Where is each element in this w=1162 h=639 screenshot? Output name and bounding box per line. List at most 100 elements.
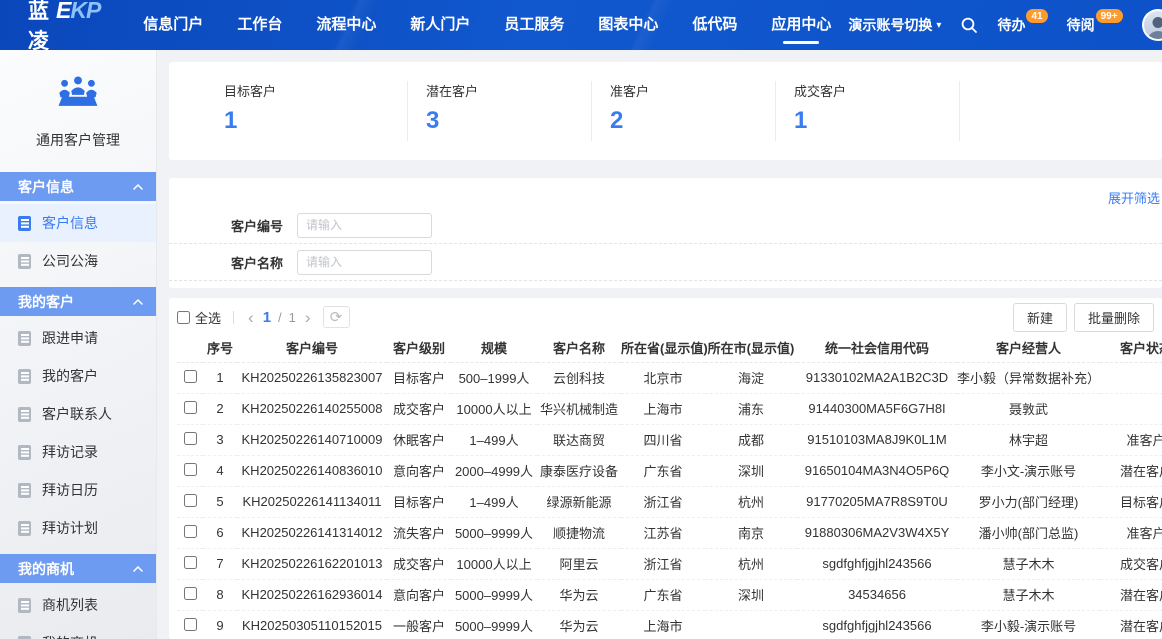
stat-value[interactable]: 2 bbox=[610, 107, 775, 135]
cell-customer-name: 绿源新能源 bbox=[537, 486, 621, 517]
cell-manager: 聂敦武 bbox=[957, 393, 1100, 424]
app-logo[interactable]: 蓝凌 EKP bbox=[28, 0, 100, 50]
nav-item-newcomer-portal[interactable]: 新人门户 bbox=[410, 0, 470, 50]
expand-filters-link[interactable]: 展开筛选 bbox=[1108, 188, 1160, 207]
select-all-checkbox[interactable] bbox=[177, 311, 190, 324]
sidebar-item-visit-calendar[interactable]: 拜访日历 bbox=[0, 471, 156, 509]
row-checkbox[interactable] bbox=[184, 525, 197, 538]
table-row[interactable]: 6KH20250226141314012流失客户5000–9999人顺捷物流江苏… bbox=[177, 517, 1162, 548]
nav-item-low-code[interactable]: 低代码 bbox=[692, 0, 737, 50]
row-checkbox-cell bbox=[177, 486, 203, 517]
todo-button[interactable]: 待办 41 bbox=[997, 15, 1047, 35]
section-items-my-customers: 跟进申请我的客户客户联系人拜访记录拜访日历拜访计划 bbox=[0, 316, 156, 551]
nav-item-info-portal[interactable]: 信息门户 bbox=[143, 0, 203, 50]
document-icon bbox=[18, 636, 31, 639]
filter-input-customer-name[interactable] bbox=[297, 250, 432, 275]
app-title: 通用客户管理 bbox=[0, 130, 156, 150]
table-row[interactable]: 3KH20250226140710009休眠客户1–499人联达商贸四川省成都9… bbox=[177, 424, 1162, 455]
prev-page-button[interactable]: ‹ bbox=[246, 309, 256, 326]
column-header-scale: 规模 bbox=[451, 333, 537, 362]
sidebar-item-label: 拜访日历 bbox=[42, 480, 98, 500]
main-nav: 信息门户工作台流程中心新人门户员工服务图表中心低代码应用中心 bbox=[126, 0, 848, 50]
cell-scale: 500–1999人 bbox=[451, 362, 537, 393]
stat-value[interactable]: 1 bbox=[224, 107, 407, 135]
new-button[interactable]: 新建 bbox=[1013, 303, 1067, 332]
sidebar-item-customer-contacts[interactable]: 客户联系人 bbox=[0, 395, 156, 433]
refresh-button[interactable]: ⟳ bbox=[323, 306, 350, 328]
sidebar-item-visit-records[interactable]: 拜访记录 bbox=[0, 433, 156, 471]
filter-input-customer-code[interactable] bbox=[297, 213, 432, 238]
sidebar-item-opportunity-list[interactable]: 商机列表 bbox=[0, 586, 156, 624]
sidebar-item-visit-plan[interactable]: 拜访计划 bbox=[0, 509, 156, 547]
section-header-customer-info[interactable]: 客户信息 bbox=[0, 172, 156, 201]
cell-index: 2 bbox=[203, 393, 237, 424]
row-checkbox-cell bbox=[177, 362, 203, 393]
cell-customer-code: KH20250226162936014 bbox=[237, 579, 387, 610]
sidebar-item-label: 商机列表 bbox=[42, 595, 98, 615]
toread-label: 待阅 bbox=[1067, 15, 1095, 35]
user-avatar[interactable] bbox=[1142, 9, 1162, 41]
total-pages: 1 bbox=[289, 310, 296, 325]
table-row[interactable]: 4KH20250226140836010意向客户2000–4999人康泰医疗设备… bbox=[177, 455, 1162, 486]
cell-city: 南京 bbox=[705, 517, 797, 548]
search-button[interactable] bbox=[960, 16, 978, 34]
row-checkbox[interactable] bbox=[184, 556, 197, 569]
select-all-label: 全选 bbox=[195, 308, 221, 327]
sidebar-item-company-pool[interactable]: 公司公海 bbox=[0, 242, 156, 280]
row-checkbox[interactable] bbox=[184, 463, 197, 476]
stat-value[interactable]: 1 bbox=[794, 107, 959, 135]
stat-prospect-customers: 准客户2 bbox=[592, 81, 776, 141]
row-checkbox[interactable] bbox=[184, 432, 197, 445]
section-header-my-customers[interactable]: 我的客户 bbox=[0, 287, 156, 316]
table-row[interactable]: 2KH20250226140255008成交客户10000人以上华兴机械制造上海… bbox=[177, 393, 1162, 424]
cell-index: 6 bbox=[203, 517, 237, 548]
sidebar-sections: 客户信息客户信息公司公海我的客户跟进申请我的客户客户联系人拜访记录拜访日历拜访计… bbox=[0, 172, 156, 639]
nav-item-app-center[interactable]: 应用中心 bbox=[771, 0, 831, 50]
section-header-my-opportunities[interactable]: 我的商机 bbox=[0, 554, 156, 583]
cell-province: 上海市 bbox=[621, 610, 705, 639]
main-content: 目标客户1潜在客户3准客户2成交客户1 展开筛选 客户编号客户名称 全选 ‹ 1… bbox=[157, 50, 1162, 639]
next-page-button[interactable]: › bbox=[303, 309, 313, 326]
table-row[interactable]: 1KH20250226135823007目标客户500–1999人云创科技北京市… bbox=[177, 362, 1162, 393]
table-row[interactable]: 7KH20250226162201013成交客户10000人以上阿里云浙江省杭州… bbox=[177, 548, 1162, 579]
table-toolbar: 全选 ‹ 1 / 1 › ⟳ 新建 批量删除 bbox=[177, 302, 1154, 332]
nav-right-cluster: 演示账号切换 ▾ 待办 41 待阅 99+ ▾ bbox=[848, 9, 1162, 41]
sidebar-item-follow-up-request[interactable]: 跟进申请 bbox=[0, 319, 156, 357]
toread-button[interactable]: 待阅 99+ bbox=[1067, 15, 1123, 35]
sidebar-item-my-opportunities[interactable]: 我的商机 bbox=[0, 624, 156, 639]
cell-customer-name: 云创科技 bbox=[537, 362, 621, 393]
sidebar-item-customer-info[interactable]: 客户信息 bbox=[0, 204, 156, 242]
table-row[interactable]: 9KH20250305110152015一般客户5000–9999人华为云上海市… bbox=[177, 610, 1162, 639]
table-row[interactable]: 5KH20250226141134011目标客户1–499人绿源新能源浙江省杭州… bbox=[177, 486, 1162, 517]
column-header-customer-name: 客户名称 bbox=[537, 333, 621, 362]
nav-item-process-center[interactable]: 流程中心 bbox=[316, 0, 376, 50]
cell-index: 5 bbox=[203, 486, 237, 517]
cell-city: 成都 bbox=[705, 424, 797, 455]
select-all[interactable]: 全选 bbox=[177, 308, 221, 327]
cell-province: 浙江省 bbox=[621, 548, 705, 579]
current-page: 1 bbox=[263, 309, 271, 326]
nav-item-chart-center[interactable]: 图表中心 bbox=[598, 0, 658, 50]
chevron-down-icon: ▾ bbox=[936, 20, 941, 31]
cell-customer-level: 目标客户 bbox=[387, 362, 451, 393]
row-checkbox[interactable] bbox=[184, 494, 197, 507]
row-checkbox[interactable] bbox=[184, 370, 197, 383]
sidebar-item-my-customers[interactable]: 我的客户 bbox=[0, 357, 156, 395]
nav-item-employee-services[interactable]: 员工服务 bbox=[504, 0, 564, 50]
batch-delete-button[interactable]: 批量删除 bbox=[1074, 303, 1154, 332]
row-checkbox[interactable] bbox=[184, 401, 197, 414]
column-header-status: 客户状态 bbox=[1100, 333, 1162, 362]
stat-value[interactable]: 3 bbox=[426, 107, 591, 135]
row-checkbox[interactable] bbox=[184, 618, 197, 631]
account-switch-dropdown[interactable]: 演示账号切换 ▾ bbox=[848, 15, 941, 35]
table-row[interactable]: 8KH20250226162936014意向客户5000–9999人华为云广东省… bbox=[177, 579, 1162, 610]
cell-province: 浙江省 bbox=[621, 486, 705, 517]
document-icon bbox=[18, 483, 31, 498]
sidebar-item-label: 拜访计划 bbox=[42, 518, 98, 538]
section-header-label: 我的商机 bbox=[18, 559, 74, 579]
cell-customer-level: 一般客户 bbox=[387, 610, 451, 639]
row-checkbox[interactable] bbox=[184, 587, 197, 600]
nav-item-workbench[interactable]: 工作台 bbox=[237, 0, 282, 50]
customer-management-app-icon bbox=[55, 74, 101, 108]
cell-index: 7 bbox=[203, 548, 237, 579]
